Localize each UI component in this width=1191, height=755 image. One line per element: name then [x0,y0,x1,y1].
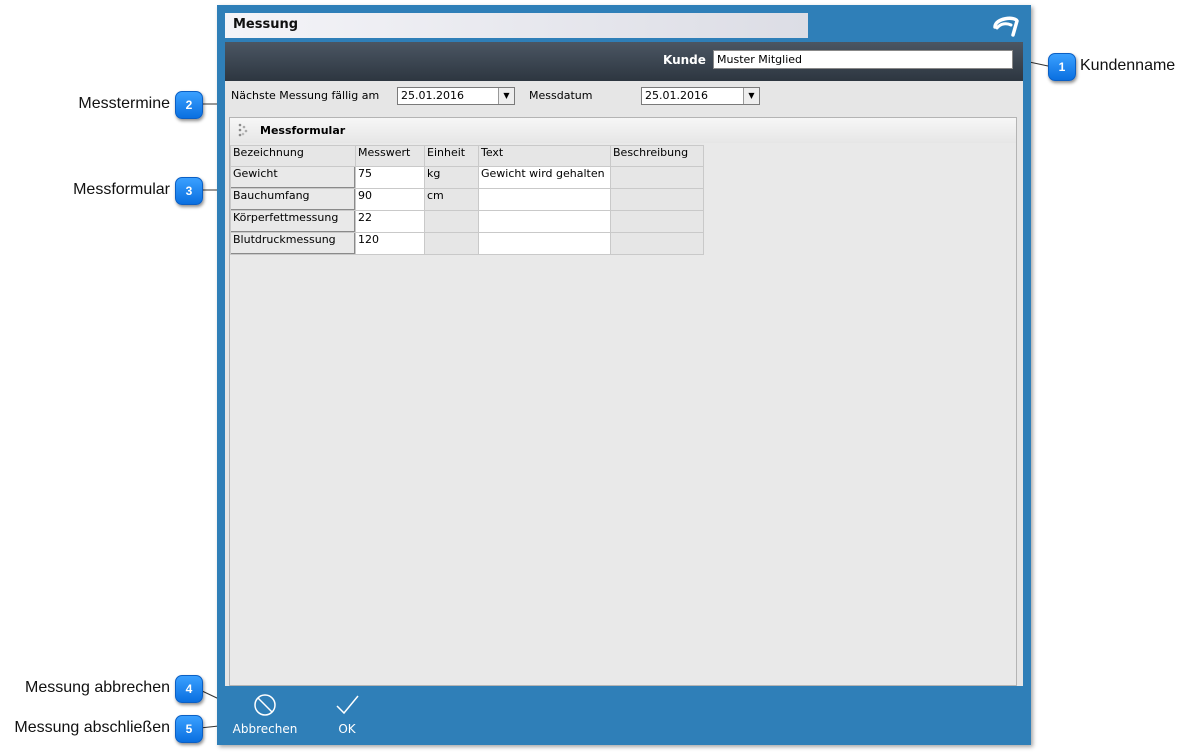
app-logo-icon [991,13,1021,37]
messwert-cell[interactable]: 22 [355,210,425,233]
customer-label: Kunde [663,53,706,67]
callout-badge-2: 2 [175,91,203,119]
next-measurement-label: Nächste Messung fällig am [231,89,380,102]
table-row: Blutdruckmessung 120 [230,232,704,255]
row-name-cell: Bauchumfang [230,188,356,211]
customer-bar: Kunde Muster Mitglied [225,42,1023,81]
cancel-circle-icon [254,694,276,716]
callout-badge-5: 5 [175,715,203,743]
table-header-row: Bezeichnung Messwert Einheit Text Beschr… [230,145,704,167]
beschreibung-cell [610,166,704,189]
chevron-down-icon[interactable]: ▼ [498,88,514,104]
chevron-down-icon[interactable]: ▼ [743,88,759,104]
grip-dots-icon [238,123,248,137]
text-cell[interactable] [478,210,611,233]
next-measurement-date-select[interactable]: 25.01.2016 ▼ [397,87,515,105]
checkmark-icon [336,695,359,715]
column-header-messwert[interactable]: Messwert [355,145,425,167]
row-name-cell: Gewicht [230,166,356,189]
column-header-bezeichnung[interactable]: Bezeichnung [230,145,356,167]
messformular-title: Messformular [260,124,346,137]
text-cell[interactable] [478,188,611,211]
table-row: Körperfettmessung 22 [230,210,704,233]
column-header-beschreibung[interactable]: Beschreibung [610,145,704,167]
window-title: Messung [233,17,299,32]
ok-button[interactable]: OK [327,693,367,736]
column-header-einheit[interactable]: Einheit [424,145,479,167]
callout-badge-1: 1 [1048,53,1076,81]
messformular-header: Messformular [230,118,1016,143]
text-cell[interactable]: Gewicht wird gehalten [478,166,611,189]
table-row: Gewicht 75 kg Gewicht wird gehalten [230,166,704,189]
callout-badge-4: 4 [175,675,203,703]
measurement-table: Bezeichnung Messwert Einheit Text Beschr… [230,145,704,255]
callout-label-messformular: Messformular [73,181,170,198]
messung-window: Messung Kunde Muster Mitglied Nächste Me… [217,5,1031,745]
messwert-cell[interactable]: 120 [355,232,425,255]
beschreibung-cell [610,188,704,211]
callout-label-messtermine: Messtermine [78,95,170,112]
einheit-cell: cm [424,188,479,211]
callout-badge-3: 3 [175,177,203,205]
einheit-cell [424,210,479,233]
messwert-cell[interactable]: 90 [355,188,425,211]
title-bar: Messung [225,13,808,38]
customer-name-field[interactable]: Muster Mitglied [713,50,1013,69]
ok-button-label: OK [338,722,356,736]
messformular-panel: Messformular Bezeichnung Messwert Einhei… [229,117,1017,686]
cancel-button[interactable]: Abbrechen [229,693,301,736]
beschreibung-cell [610,232,704,255]
messdatum-select[interactable]: 25.01.2016 ▼ [641,87,760,105]
table-row: Bauchumfang 90 cm [230,188,704,211]
row-name-cell: Körperfettmessung [230,210,356,233]
cancel-button-label: Abbrechen [232,722,298,736]
messdatum-value: 25.01.2016 [645,89,708,102]
callout-label-messung-abschliessen: Messung abschließen [14,719,170,736]
column-header-text[interactable]: Text [478,145,611,167]
text-cell[interactable] [478,232,611,255]
callout-label-kundenname: Kundenname [1080,57,1176,74]
beschreibung-cell [610,210,704,233]
messdatum-label: Messdatum [529,89,593,102]
content-area: Messformular Bezeichnung Messwert Einhei… [225,111,1023,686]
einheit-cell: kg [424,166,479,189]
next-measurement-date-value: 25.01.2016 [401,89,464,102]
callout-label-messung-abbrechen: Messung abbrechen [25,679,170,696]
messwert-cell[interactable]: 75 [355,166,425,189]
einheit-cell [424,232,479,255]
row-name-cell: Blutdruckmessung [230,232,356,255]
dates-bar: Nächste Messung fällig am 25.01.2016 ▼ M… [225,81,1023,111]
